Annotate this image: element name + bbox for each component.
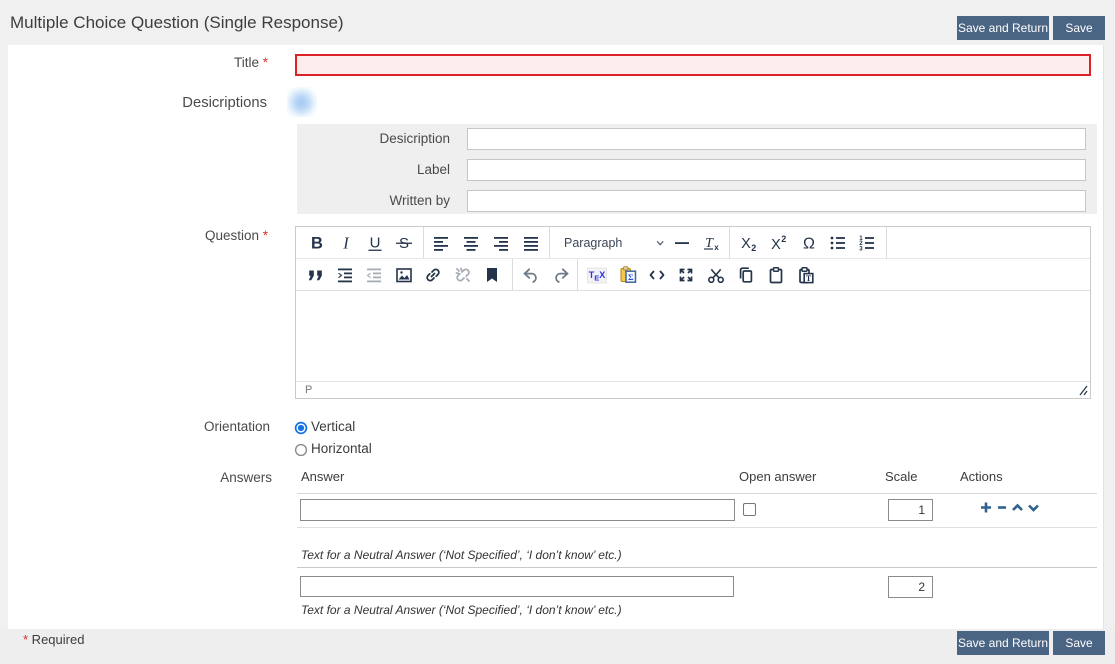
svg-text:I: I (342, 234, 350, 253)
svg-text:x: x (714, 243, 719, 252)
svg-text:Σ: Σ (628, 272, 634, 282)
svg-text:B: B (311, 235, 323, 253)
svg-text:X: X (771, 237, 781, 253)
svg-text:2: 2 (751, 243, 756, 253)
svg-text:Ω: Ω (803, 236, 815, 253)
svg-text:3: 3 (859, 245, 863, 252)
svg-text:T: T (806, 274, 812, 283)
svg-text:2: 2 (781, 234, 786, 244)
svg-text:U: U (370, 234, 381, 251)
svg-text:X: X (741, 236, 751, 252)
